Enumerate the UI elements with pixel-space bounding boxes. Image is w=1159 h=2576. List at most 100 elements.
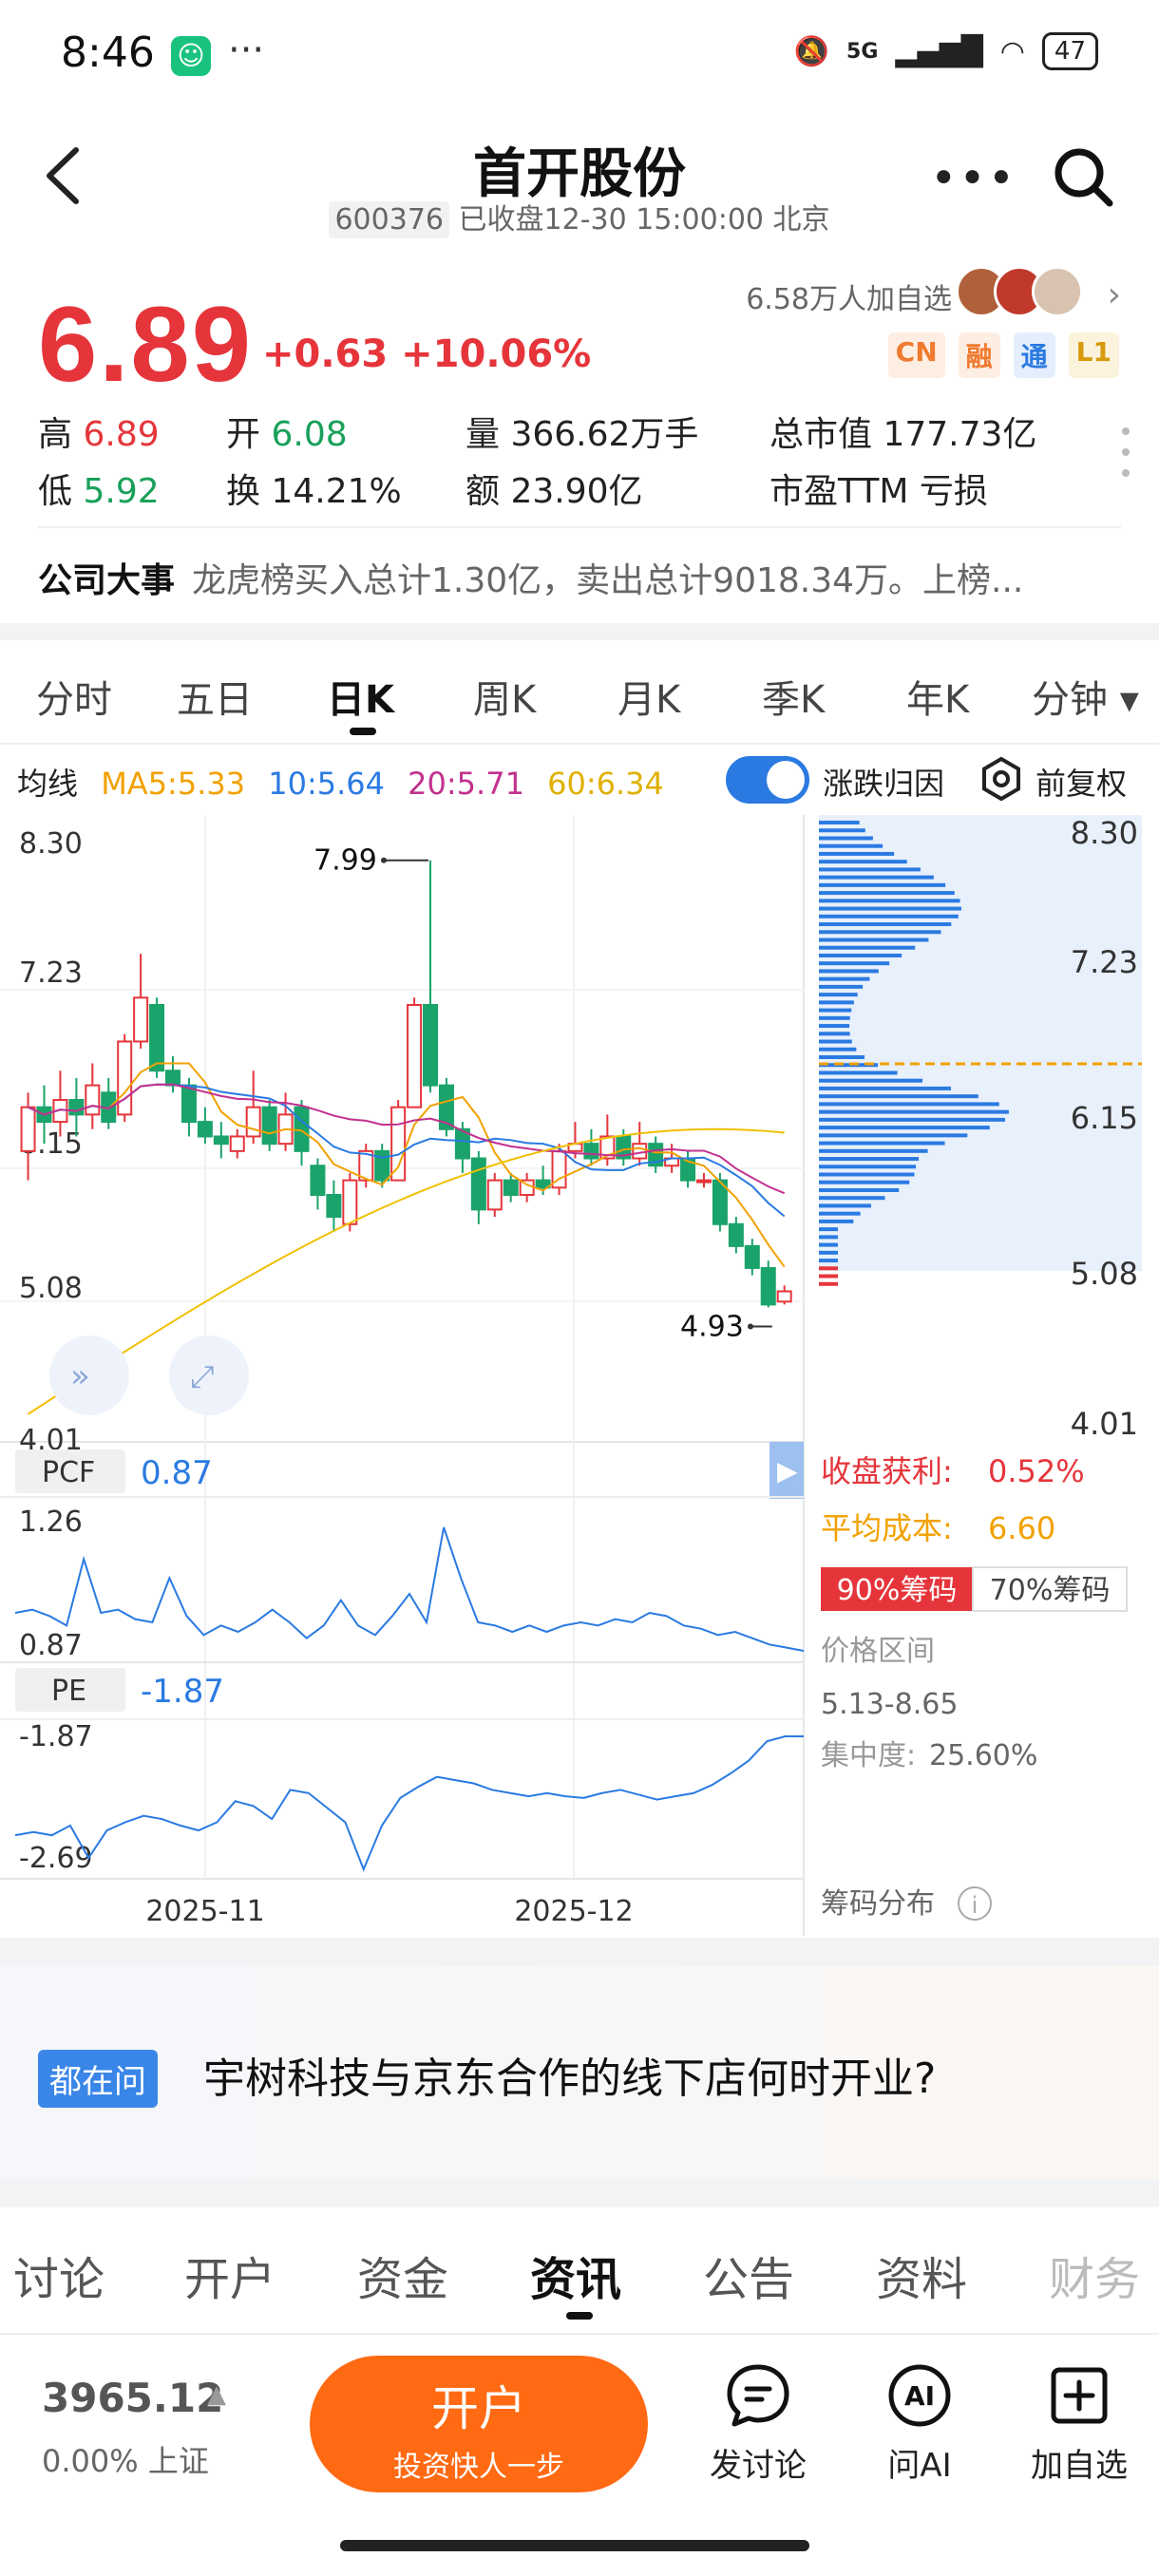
chip-axis-label: 5.08	[1071, 1256, 1138, 1292]
tab-period-4[interactable]: 月K	[618, 669, 680, 724]
tab-period-2[interactable]: 日K	[327, 669, 394, 724]
badge-通[interactable]: 通	[1013, 332, 1055, 378]
tab-content-0[interactable]: 讨论	[13, 2242, 104, 2308]
adjust-mode-label[interactable]: 前复权	[1036, 760, 1127, 804]
status-indicators: 🔕 5G ▂▄▆█ ◠ 47	[794, 32, 1098, 70]
stat-label: 低	[38, 472, 73, 511]
content-tabs: 讨论 开户 资金 资讯 公告 资料 财务	[0, 2228, 1159, 2323]
tab-period-3[interactable]: 周K	[473, 669, 536, 724]
ask-ai-button[interactable]: AI 问AI	[853, 2361, 986, 2486]
candle	[133, 996, 149, 1043]
candle	[470, 1157, 486, 1211]
chip-axis-label: 4.01	[1071, 1406, 1138, 1442]
candle	[20, 1106, 36, 1152]
chip-bar	[819, 867, 921, 872]
tab-content-2[interactable]: 资金	[357, 2242, 448, 2308]
chip-bar	[819, 984, 864, 989]
chip-bar	[819, 1172, 915, 1177]
chip-bar	[819, 945, 916, 950]
tab-period-7[interactable]: 分钟 ▾	[1032, 669, 1139, 724]
ask-tag: 都在问	[38, 2050, 158, 2108]
ma-label: 均线	[17, 766, 79, 802]
divider	[0, 743, 1159, 745]
ma20-value: 20:5.71	[408, 766, 524, 802]
tab-period-6[interactable]: 年K	[906, 669, 969, 724]
watcher-avatars[interactable]	[956, 266, 1083, 317]
tab-period-1[interactable]: 五日	[177, 669, 253, 724]
gear-icon[interactable]	[978, 756, 1024, 802]
chip-dist-label: 筹码分布	[821, 1887, 935, 1921]
plus-square-icon	[1051, 2367, 1108, 2424]
more-options-icon[interactable]: •••	[930, 152, 1016, 205]
pcf-min-label: 0.87	[19, 1629, 83, 1662]
chip-bar	[819, 993, 858, 997]
chevron-right-icon[interactable]: ›	[1108, 275, 1121, 314]
index-value[interactable]: 3965.12	[42, 2375, 223, 2421]
home-indicator[interactable]	[340, 2540, 809, 2551]
ask-question[interactable]: 宇树科技与京东合作的线下店何时开业?	[203, 2044, 936, 2105]
chip-bar	[819, 1094, 978, 1099]
badge-l1[interactable]: L1	[1068, 332, 1119, 378]
chip-bar	[819, 1165, 917, 1169]
x-axis-label: 2025-12	[514, 1895, 633, 1928]
chip-bar	[819, 1235, 838, 1240]
network-label: 5G	[846, 39, 879, 64]
chip-bar	[819, 1219, 854, 1223]
tab-content-1[interactable]: 开户	[184, 2242, 276, 2308]
price-range-value: 5.13-8.65	[821, 1688, 958, 1721]
add-watchlist-label: 加自选	[1031, 2447, 1128, 2485]
stat-high: 高 6.89	[38, 407, 160, 456]
high-marker-label: 7.99	[314, 844, 377, 878]
stat-value: 5.92	[83, 472, 160, 511]
pe-value: -1.87	[141, 1673, 224, 1711]
info-icon-glyph: i	[972, 1892, 978, 1919]
chip-bar	[819, 1157, 920, 1162]
stat-amount: 额 23.90亿	[466, 464, 643, 513]
attribution-toggle[interactable]	[726, 756, 809, 804]
current-price: 6.89	[38, 285, 253, 404]
tab-period-0[interactable]: 分时	[36, 669, 112, 724]
tab-period-5[interactable]: 季K	[762, 669, 825, 724]
badge-cn[interactable]: CN	[887, 332, 945, 378]
stat-volume: 量 366.62万手	[466, 407, 698, 456]
expand-stats-icon[interactable]	[1121, 424, 1130, 481]
chip-bar	[819, 969, 879, 974]
price-axis-label: 5.08	[19, 1272, 83, 1305]
chip-bar	[819, 976, 870, 981]
chip-axis-label: 6.15	[1071, 1100, 1138, 1136]
low-marker-label: 4.93	[680, 1310, 744, 1343]
chip-bar	[819, 930, 941, 935]
watchers-count[interactable]: 6.58万人加自选	[746, 275, 952, 317]
index-up-icon: ▲	[207, 2380, 226, 2409]
candle	[149, 1004, 165, 1072]
kline-chart[interactable]: 8.30 7.23 6.15 5.08 4.01 7.99 4.93 » ⤢ 8.30 7.23 6.…	[0, 815, 1159, 1936]
chip-bar	[819, 1078, 923, 1083]
pcf-line	[14, 1526, 805, 1652]
candle	[229, 1135, 245, 1152]
tab-content-4[interactable]: 公告	[703, 2242, 794, 2308]
chip-bar	[819, 851, 895, 856]
stat-value: 6.89	[83, 415, 160, 454]
chip-bar	[819, 828, 865, 833]
stat-label: 额	[466, 472, 501, 511]
add-watchlist-button[interactable]: 加自选	[1013, 2361, 1146, 2486]
ma-legend[interactable]: 均线 MA5:5.33 10:5.64 20:5.71 60:6.34	[17, 760, 677, 804]
chip-bar	[819, 1148, 928, 1153]
badge-融[interactable]: 融	[958, 332, 1000, 378]
stat-label: 总市值	[770, 415, 873, 454]
avg-cost-label: 平均成本:	[821, 1510, 953, 1546]
candle	[423, 1004, 439, 1087]
candle	[390, 1106, 407, 1182]
section-gap	[0, 1938, 1159, 1966]
candle	[245, 1106, 261, 1138]
ma60-value: 60:6.34	[547, 766, 664, 802]
tab-content-5[interactable]: 资料	[876, 2242, 967, 2308]
company-event[interactable]: 公司大事 龙虎榜买入总计1.30亿，卖出总计9018.34万。上榜...	[38, 553, 1130, 602]
tab-content-3[interactable]: 资讯	[530, 2242, 621, 2308]
market-status: 已收盘12-30 15:00:00 北京	[458, 203, 830, 237]
discuss-button[interactable]: 发讨论	[692, 2361, 825, 2486]
search-icon[interactable]	[1049, 142, 1117, 211]
open-account-button[interactable]: 开户 投资快人一步	[310, 2356, 648, 2492]
tab-content-6[interactable]: 财务	[1049, 2242, 1140, 2308]
chip-bar	[819, 1039, 852, 1044]
